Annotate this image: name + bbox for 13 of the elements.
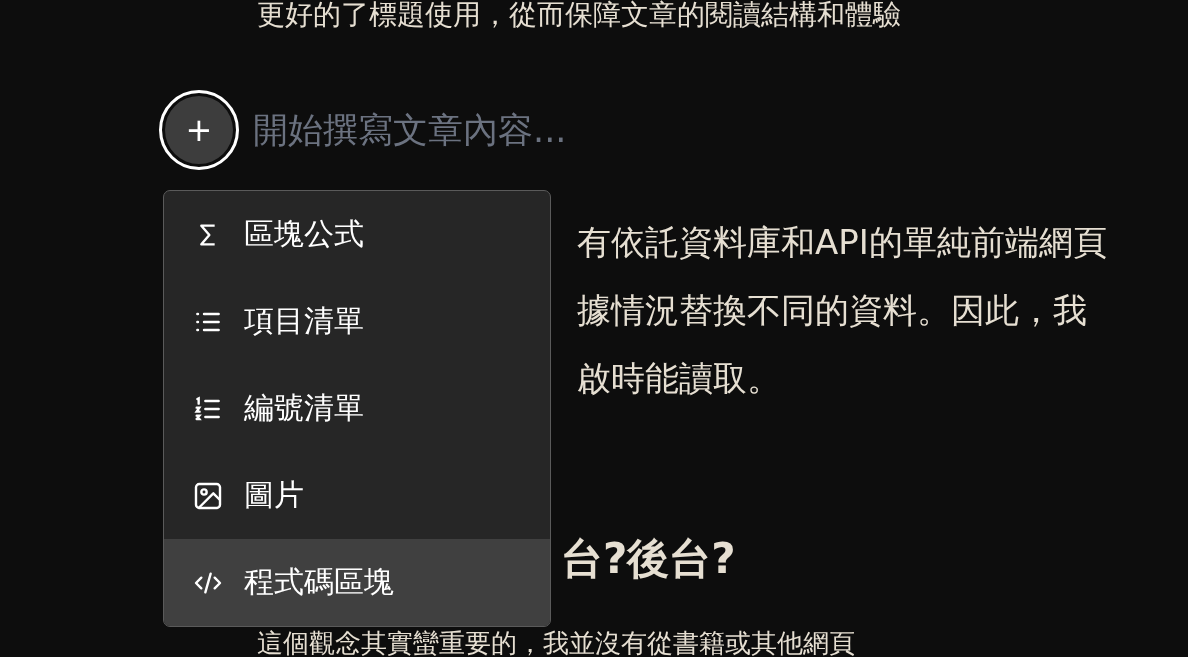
menu-item[interactable]: 區塊公式 (164, 191, 550, 278)
section-heading: 台?後台? (561, 534, 736, 584)
add-block-button[interactable]: + (159, 90, 239, 170)
paragraph-line: 有依託資料庫和API的單純前端網頁 (577, 221, 1108, 264)
paragraph-text: 這個觀念其實蠻重要的，我並沒有從書籍或其他網頁 (257, 631, 856, 656)
menu-item[interactable]: 圖片 (164, 452, 550, 539)
paragraph-line: 啟時能讀取。 (577, 357, 782, 400)
placeholder-text: 開始撰寫文章內容... (253, 108, 567, 152)
menu-item[interactable]: 編號清單 (164, 365, 550, 452)
menu-item[interactable]: 項目清單 (164, 278, 550, 365)
menu-item[interactable]: 程式碼區塊 (164, 539, 550, 626)
paragraph-text: 更好的了標題使用，從而保障文章的閱讀結構和體驗 (257, 0, 902, 30)
paragraph-line: 據情況替換不同的資料。因此，我 (577, 289, 1088, 332)
